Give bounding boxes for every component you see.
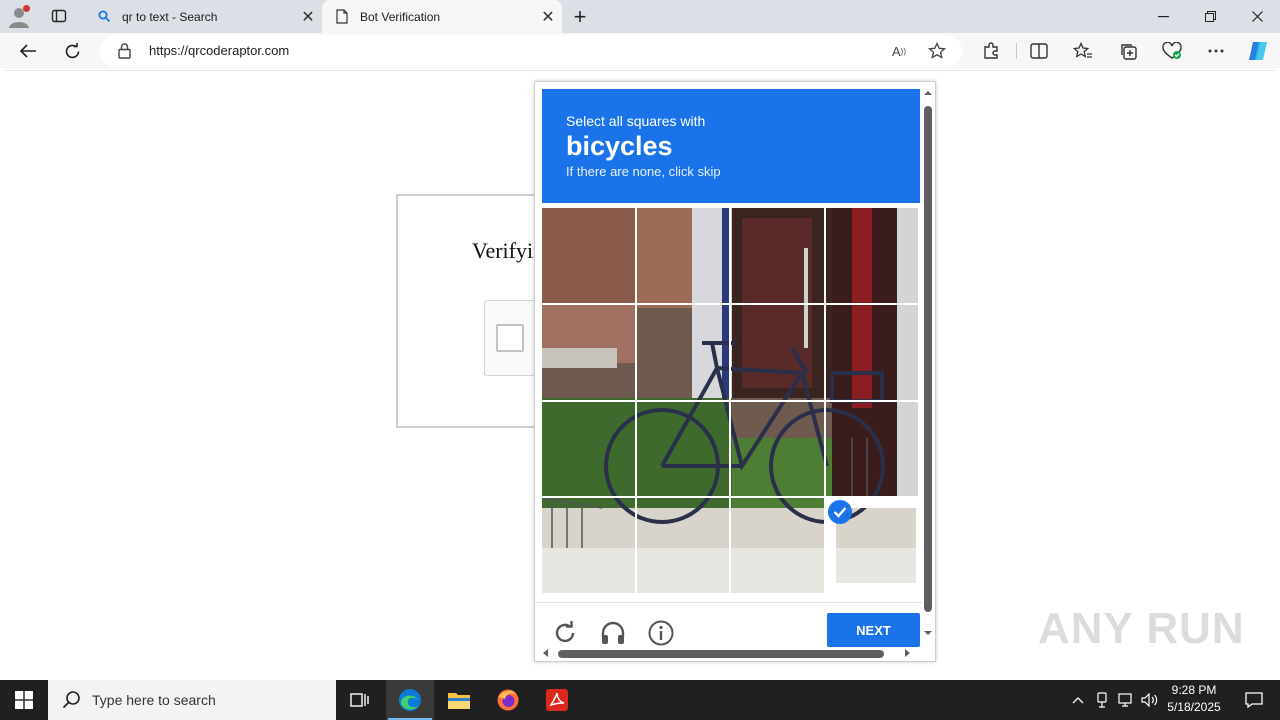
- firefox-icon[interactable]: [484, 680, 532, 720]
- split-screen-icon[interactable]: [1024, 37, 1054, 65]
- refresh-button[interactable]: [57, 37, 87, 65]
- check-icon: [828, 500, 852, 524]
- close-tab-icon[interactable]: ✕: [294, 3, 322, 31]
- restore-button[interactable]: [1187, 0, 1233, 33]
- lock-icon[interactable]: [118, 43, 131, 64]
- captcha-tile[interactable]: [826, 305, 918, 400]
- network-icon[interactable]: [1116, 680, 1136, 720]
- back-button[interactable]: [13, 37, 43, 65]
- challenge-footer: NEXT: [535, 602, 922, 647]
- captcha-tile[interactable]: [731, 305, 824, 400]
- taskbar-search[interactable]: Type here to search: [48, 680, 336, 720]
- close-tab-icon[interactable]: ✕: [534, 3, 562, 31]
- tab-title: qr to text - Search: [122, 9, 218, 24]
- address-bar[interactable]: https://qrcoderaptor.com A)): [100, 35, 962, 67]
- tab-search[interactable]: qr to text - Search ✕: [84, 0, 322, 33]
- tab-title: Bot Verification: [360, 9, 441, 24]
- scroll-thumb[interactable]: [558, 650, 884, 658]
- scroll-left-icon[interactable]: [542, 649, 550, 657]
- tab-bot-verification[interactable]: Bot Verification ✕: [322, 0, 562, 33]
- captcha-tile[interactable]: [731, 402, 824, 496]
- profile-icon[interactable]: [6, 4, 32, 30]
- volume-icon[interactable]: [1140, 680, 1160, 720]
- add-favorite-icon[interactable]: [926, 40, 948, 62]
- close-window-button[interactable]: [1234, 0, 1280, 33]
- captcha-tile[interactable]: [637, 208, 729, 303]
- tab-strip: qr to text - Search ✕ Bot Verification ✕…: [0, 0, 1280, 33]
- page-icon: [334, 9, 350, 25]
- collections-icon[interactable]: [1113, 37, 1143, 65]
- usb-device-icon[interactable]: [1092, 680, 1112, 720]
- skip-hint: If there are none, click skip: [566, 164, 721, 179]
- navigation-bar: https://qrcoderaptor.com A)): [0, 33, 1280, 69]
- watermark-logo: ANY RUN: [1038, 604, 1245, 653]
- more-icon[interactable]: [1201, 37, 1231, 65]
- scroll-down-icon[interactable]: [923, 628, 933, 638]
- show-hidden-icons[interactable]: [1068, 680, 1088, 720]
- task-view-icon[interactable]: [336, 680, 384, 720]
- notification-dot: [23, 5, 30, 12]
- challenge-header: Select all squares with bicycles If ther…: [542, 89, 920, 203]
- file-explorer-icon[interactable]: [435, 680, 483, 720]
- captcha-tile[interactable]: [731, 498, 824, 593]
- captcha-challenge: Select all squares with bicycles If ther…: [534, 81, 936, 662]
- windows-icon: [15, 691, 33, 709]
- copilot-icon[interactable]: [1243, 37, 1273, 65]
- image-grid: [542, 208, 920, 595]
- clock-date: 5/18/2025: [1167, 700, 1221, 714]
- scroll-up-icon[interactable]: [923, 88, 933, 98]
- horizontal-scrollbar[interactable]: [539, 646, 917, 660]
- info-icon[interactable]: [647, 619, 675, 647]
- start-button[interactable]: [0, 680, 48, 720]
- captcha-tile[interactable]: [637, 402, 729, 496]
- reload-icon[interactable]: [551, 619, 579, 647]
- captcha-tile[interactable]: [542, 402, 635, 496]
- captcha-tile[interactable]: [637, 498, 729, 593]
- captcha-tile[interactable]: [542, 498, 635, 593]
- tab-actions-icon[interactable]: [44, 4, 74, 28]
- vertical-scrollbar[interactable]: [922, 88, 934, 640]
- captcha-tile[interactable]: [542, 305, 635, 400]
- scroll-thumb[interactable]: [924, 106, 932, 612]
- captcha-tile[interactable]: [826, 498, 918, 593]
- next-button[interactable]: NEXT: [827, 613, 920, 647]
- browser-essentials-icon[interactable]: [1157, 37, 1187, 65]
- captcha-tile[interactable]: [542, 208, 635, 303]
- minimize-button[interactable]: [1140, 0, 1186, 33]
- taskbar: Type here to search 9:28 PM 5/18/2025: [0, 680, 1280, 720]
- clock-time: 9:28 PM: [1171, 683, 1217, 697]
- toolbar-divider: [1016, 43, 1017, 59]
- system-clock[interactable]: 9:28 PM 5/18/2025: [1162, 682, 1226, 718]
- search-icon: [62, 691, 80, 709]
- captcha-tile[interactable]: [826, 402, 918, 496]
- search-placeholder: Type here to search: [92, 692, 216, 708]
- url-text[interactable]: https://qrcoderaptor.com: [149, 43, 289, 58]
- acrobat-icon[interactable]: [533, 680, 581, 720]
- read-aloud-icon[interactable]: A)): [888, 40, 910, 62]
- instruction-text: Select all squares with: [566, 113, 706, 129]
- not-robot-checkbox[interactable]: [496, 324, 524, 352]
- favorites-icon[interactable]: [1068, 37, 1098, 65]
- extensions-icon[interactable]: [976, 37, 1006, 65]
- captcha-tile[interactable]: [637, 305, 729, 400]
- notifications-icon[interactable]: [1234, 680, 1274, 720]
- captcha-tile[interactable]: [826, 208, 918, 303]
- captcha-tile[interactable]: [731, 208, 824, 303]
- new-tab-button[interactable]: +: [566, 4, 594, 30]
- target-object: bicycles: [566, 131, 673, 161]
- scroll-right-icon[interactable]: [903, 649, 911, 657]
- audio-icon[interactable]: [599, 619, 627, 647]
- edge-icon[interactable]: [386, 680, 434, 720]
- search-icon: [96, 9, 112, 25]
